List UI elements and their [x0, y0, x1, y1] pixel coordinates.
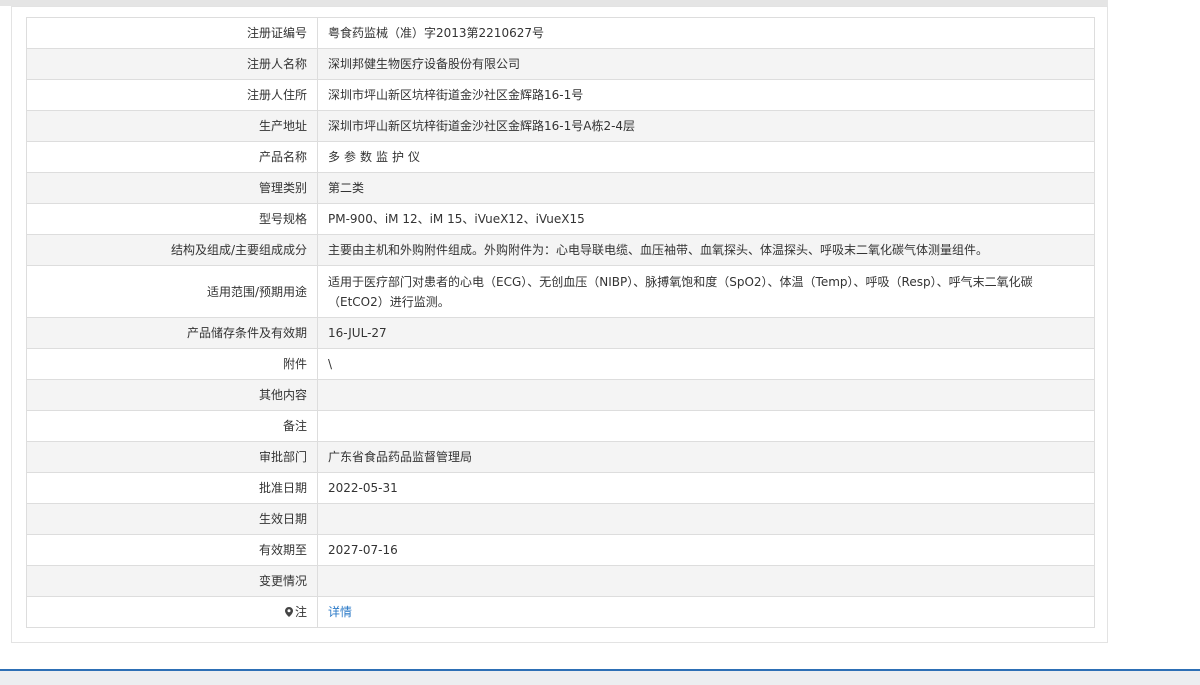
row-value: 2027-07-16: [317, 534, 1095, 566]
footer-bar: [0, 671, 1200, 685]
table-row: 产品储存条件及有效期 16-JUL-27: [26, 317, 1095, 349]
table-row: 变更情况: [26, 565, 1095, 597]
row-label: 结构及组成/主要组成成分: [26, 234, 318, 266]
record-detail-panel: 注册证编号 粤食药监械（准）字2013第2210627号 注册人名称 深圳邦健生…: [11, 6, 1108, 643]
row-label: 生产地址: [26, 110, 318, 142]
row-label: 注册人住所: [26, 79, 318, 111]
row-value: PM-900、iM 12、iM 15、iVueX12、iVueX15: [317, 203, 1095, 235]
table-row: 注册证编号 粤食药监械（准）字2013第2210627号: [26, 17, 1095, 49]
row-value: 多参数监护仪: [317, 141, 1095, 173]
row-label: 审批部门: [26, 441, 318, 473]
table-row: 管理类别 第二类: [26, 172, 1095, 204]
row-label: 批准日期: [26, 472, 318, 504]
table-row: 有效期至 2027-07-16: [26, 534, 1095, 566]
table-row: 注册人住所 深圳市坪山新区坑梓街道金沙社区金辉路16-1号: [26, 79, 1095, 111]
row-label: 注册人名称: [26, 48, 318, 80]
row-value: [317, 565, 1095, 597]
table-row: 其他内容: [26, 379, 1095, 411]
row-value: 16-JUL-27: [317, 317, 1095, 349]
table-row: 产品名称 多参数监护仪: [26, 141, 1095, 173]
row-value: [317, 379, 1095, 411]
row-value: 粤食药监械（准）字2013第2210627号: [317, 17, 1095, 49]
row-label: 变更情况: [26, 565, 318, 597]
table-row: 批准日期 2022-05-31: [26, 472, 1095, 504]
row-label: 产品储存条件及有效期: [26, 317, 318, 349]
row-value: 2022-05-31: [317, 472, 1095, 504]
row-value: 主要由主机和外购附件组成。外购附件为：心电导联电缆、血压袖带、血氧探头、体温探头…: [317, 234, 1095, 266]
row-label: 注: [294, 605, 307, 619]
row-value: 详情: [317, 596, 1095, 628]
row-label: 产品名称: [26, 141, 318, 173]
map-pin-icon: [284, 607, 293, 617]
table-row: 型号规格 PM-900、iM 12、iM 15、iVueX12、iVueX15: [26, 203, 1095, 235]
row-value: 适用于医疗部门对患者的心电（ECG）、无创血压（NIBP）、脉搏氧饱和度（SpO…: [317, 265, 1095, 318]
table-row: 生效日期: [26, 503, 1095, 535]
table-row: 附件 \: [26, 348, 1095, 380]
table-row: 结构及组成/主要组成成分 主要由主机和外购附件组成。外购附件为：心电导联电缆、血…: [26, 234, 1095, 266]
note-label-cell: 注: [26, 596, 318, 628]
table-row: 注册人名称 深圳邦健生物医疗设备股份有限公司: [26, 48, 1095, 80]
registration-info-table: 注册证编号 粤食药监械（准）字2013第2210627号 注册人名称 深圳邦健生…: [26, 17, 1095, 628]
row-label: 型号规格: [26, 203, 318, 235]
row-value: \: [317, 348, 1095, 380]
table-row: 生产地址 深圳市坪山新区坑梓街道金沙社区金辉路16-1号A栋2-4层: [26, 110, 1095, 142]
row-label: 适用范围/预期用途: [26, 265, 318, 318]
row-value: 深圳市坪山新区坑梓街道金沙社区金辉路16-1号A栋2-4层: [317, 110, 1095, 142]
table-row: 适用范围/预期用途 适用于医疗部门对患者的心电（ECG）、无创血压（NIBP）、…: [26, 265, 1095, 318]
row-label: 附件: [26, 348, 318, 380]
table-row: 审批部门 广东省食品药品监督管理局: [26, 441, 1095, 473]
row-label: 有效期至: [26, 534, 318, 566]
row-label: 其他内容: [26, 379, 318, 411]
details-link[interactable]: 详情: [328, 605, 352, 619]
table-row: 注 详情: [26, 596, 1095, 628]
row-value: 深圳市坪山新区坑梓街道金沙社区金辉路16-1号: [317, 79, 1095, 111]
row-value: 深圳邦健生物医疗设备股份有限公司: [317, 48, 1095, 80]
row-label: 备注: [26, 410, 318, 442]
row-value: 广东省食品药品监督管理局: [317, 441, 1095, 473]
row-value: [317, 503, 1095, 535]
row-label: 注册证编号: [26, 17, 318, 49]
table-row: 备注: [26, 410, 1095, 442]
row-label: 管理类别: [26, 172, 318, 204]
row-value: [317, 410, 1095, 442]
row-value: 第二类: [317, 172, 1095, 204]
row-label: 生效日期: [26, 503, 318, 535]
